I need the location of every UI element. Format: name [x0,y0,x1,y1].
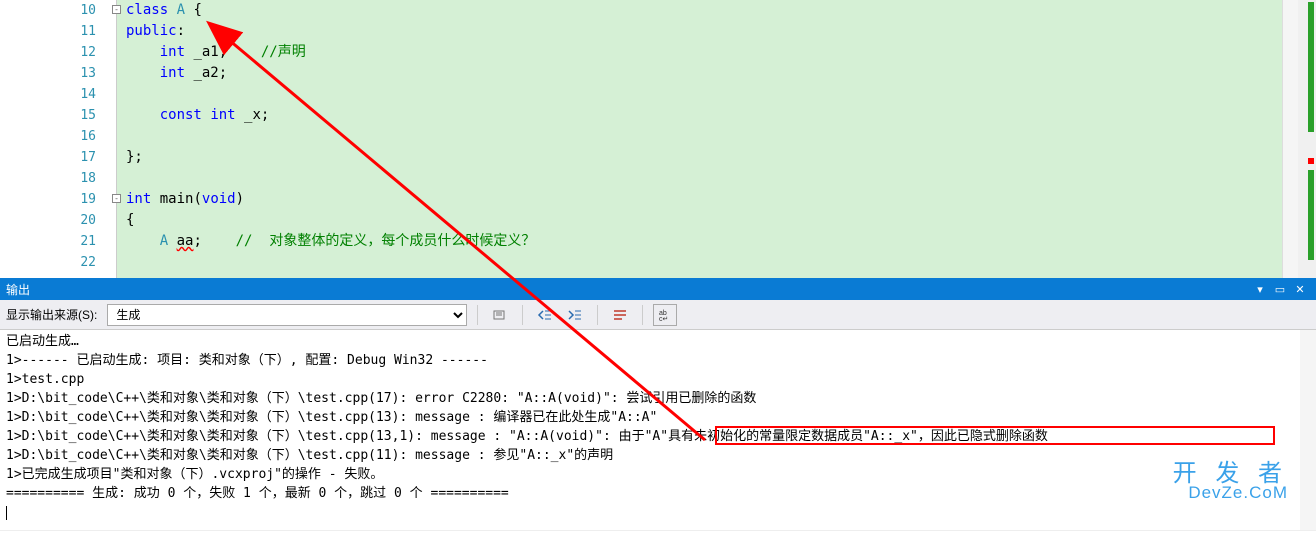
code-line[interactable] [116,168,1316,189]
output-panel-header[interactable]: 输出 ▾ ▭ ✕ [0,278,1316,300]
output-source-select[interactable]: 生成 [107,304,467,326]
line-number: 17 [41,147,96,168]
output-source-label: 显示输出来源(S): [6,306,97,323]
editor-scrollbar[interactable] [1282,0,1298,278]
code-line[interactable]: int main(void) [116,189,1316,210]
fold-bar[interactable]: - - [116,0,126,278]
code-line[interactable]: const int _x; [116,105,1316,126]
line-number: 14 [41,84,96,105]
indent-button[interactable] [563,304,587,326]
output-toolbar: 显示输出来源(S): 生成 abc↵ [0,300,1316,330]
output-line: 1>test.cpp [6,370,1310,389]
change-marker [1308,170,1314,260]
code-line[interactable]: { [116,210,1316,231]
panel-pin-icon[interactable]: ▭ [1270,283,1290,296]
code-line[interactable]: A aa; // 对象整体的定义，每个成员什么时候定义？ [116,231,1316,252]
code-editor[interactable]: 10 11 12 13 14 15 16 17 18 19 20 21 22 c… [0,0,1316,278]
output-line: 1>D:\bit_code\C++\类和对象\类和对象（下）\test.cpp(… [6,389,1310,408]
editor-overview-ruler[interactable] [1298,0,1316,278]
word-wrap-toggle-button[interactable]: abc↵ [653,304,677,326]
panel-dropdown-icon[interactable]: ▾ [1250,283,1270,296]
code-content[interactable]: class A {public: int _a1; //声明 int _a2; … [116,0,1316,278]
fold-toggle-icon[interactable]: - [112,194,121,203]
line-number: 13 [41,63,96,84]
toolbar-separator [597,305,598,325]
code-line[interactable]: public: [116,21,1316,42]
panel-close-icon[interactable]: ✕ [1290,283,1310,296]
output-scrollbar[interactable] [1300,330,1316,530]
output-line: 1>已完成生成项目"类和对象（下）.vcxproj"的操作 - 失败。 [6,465,1310,484]
line-number: 22 [41,252,96,273]
line-number: 19 [41,189,96,210]
output-line: ========== 生成: 成功 0 个，失败 1 个，最新 0 个，跳过 0… [6,484,1310,503]
line-number: 11 [41,21,96,42]
code-line[interactable]: int _a2; [116,63,1316,84]
output-line: 1>D:\bit_code\C++\类和对象\类和对象（下）\test.cpp(… [6,446,1310,465]
output-panel-title: 输出 [6,281,30,298]
output-line: 1>------ 已启动生成: 项目: 类和对象（下）, 配置: Debug W… [6,351,1310,370]
svg-text:c↵: c↵ [659,316,668,323]
outdent-button[interactable] [533,304,557,326]
clear-output-button[interactable] [488,304,512,326]
line-number-gutter: 10 11 12 13 14 15 16 17 18 19 20 21 22 [41,0,116,278]
toggle-wrap-button[interactable] [608,304,632,326]
output-body[interactable]: 已启动生成… 1>------ 已启动生成: 项目: 类和对象（下）, 配置: … [0,330,1316,530]
fold-toggle-icon[interactable]: - [112,5,121,14]
code-line[interactable]: }; [116,147,1316,168]
output-line: 1>D:\bit_code\C++\类和对象\类和对象（下）\test.cpp(… [6,408,1310,427]
line-number: 21 [41,231,96,252]
line-number: 10 [41,0,96,21]
output-line: 已启动生成… [6,332,1310,351]
output-cursor-line [6,503,1310,522]
code-line[interactable]: class A { [116,0,1316,21]
toolbar-separator [642,305,643,325]
editor-left-margin [0,0,41,278]
code-line[interactable] [116,84,1316,105]
code-line[interactable]: int _a1; //声明 [116,42,1316,63]
toolbar-separator [477,305,478,325]
toolbar-separator [522,305,523,325]
line-number: 18 [41,168,96,189]
code-line[interactable] [116,126,1316,147]
error-marker [1308,158,1314,164]
line-number: 16 [41,126,96,147]
output-line: 1>D:\bit_code\C++\类和对象\类和对象（下）\test.cpp(… [6,427,1310,446]
change-marker [1308,2,1314,132]
code-line[interactable] [116,252,1316,273]
line-number: 20 [41,210,96,231]
line-number: 15 [41,105,96,126]
line-number: 12 [41,42,96,63]
